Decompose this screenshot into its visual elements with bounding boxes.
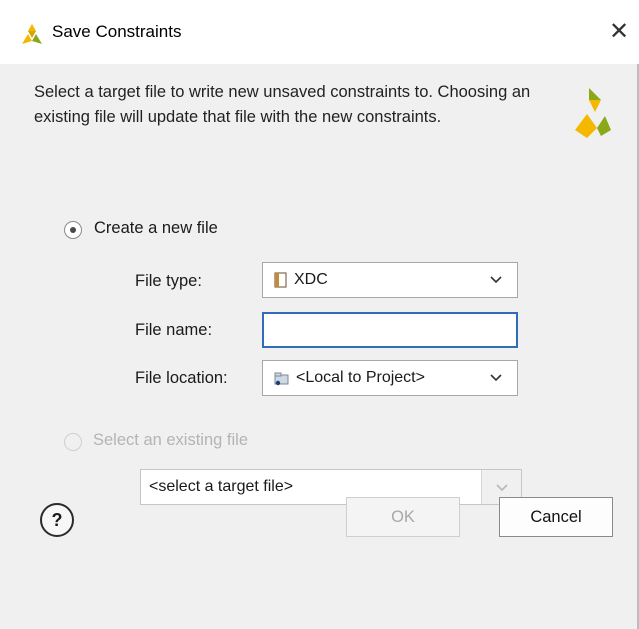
file-name-label: File name:: [135, 321, 213, 339]
chevron-down-icon: [490, 374, 502, 382]
existing-file-dropdown[interactable]: <select a target file>: [140, 469, 522, 505]
existing-file-value: <select a target file>: [149, 478, 294, 495]
file-name-input[interactable]: [262, 312, 518, 348]
file-location-dropdown[interactable]: <Local to Project>: [262, 360, 518, 396]
save-constraints-dialog: Save Constraints ✕ Select a target file …: [0, 0, 639, 629]
folder-icon: [274, 372, 289, 386]
file-location-value: <Local to Project>: [296, 369, 425, 386]
create-new-file-label[interactable]: Create a new file: [94, 219, 218, 238]
xdc-file-icon: [274, 272, 287, 288]
ok-button[interactable]: OK: [346, 497, 460, 537]
select-existing-file-label[interactable]: Select an existing file: [93, 431, 248, 450]
description-text: Select a target file to write new unsave…: [34, 83, 531, 126]
cancel-button[interactable]: Cancel: [499, 497, 613, 537]
chevron-down-icon: [496, 484, 508, 492]
radio-selected-dot: [70, 227, 76, 233]
help-button[interactable]: ?: [40, 503, 74, 537]
close-button[interactable]: ✕: [599, 14, 639, 50]
select-existing-file-radio[interactable]: [64, 433, 82, 451]
vivado-app-icon: [22, 24, 42, 44]
title-bar: Save Constraints ✕: [0, 0, 639, 64]
file-type-label: File type:: [135, 272, 202, 290]
dialog-body: Select a target file to write new unsave…: [0, 64, 639, 629]
file-type-value: XDC: [294, 271, 328, 288]
file-type-dropdown[interactable]: XDC: [262, 262, 518, 298]
dialog-title: Save Constraints: [52, 22, 182, 41]
file-location-label: File location:: [135, 369, 228, 387]
chevron-down-icon: [490, 276, 502, 284]
vivado-logo-icon: [575, 88, 611, 138]
create-new-file-radio[interactable]: [64, 221, 82, 239]
